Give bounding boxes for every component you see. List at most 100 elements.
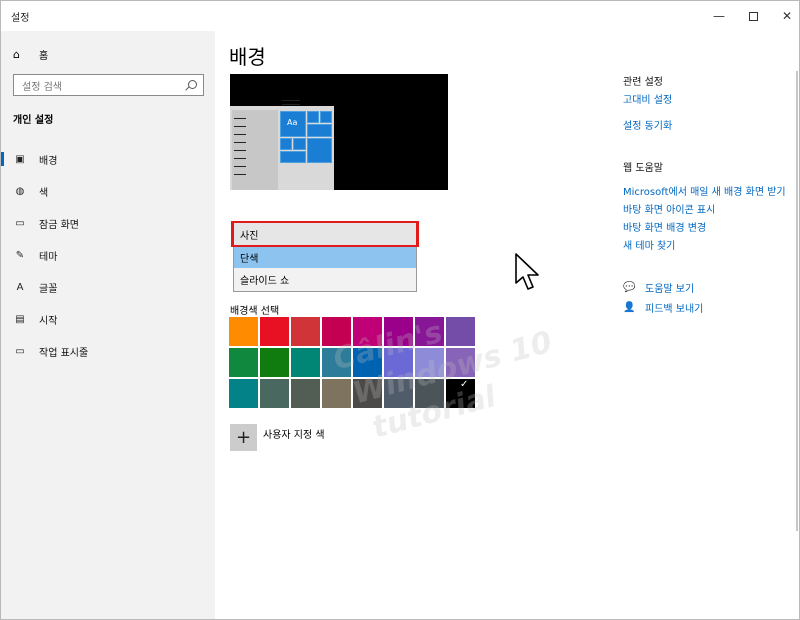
- preview-tile: [280, 151, 306, 163]
- preview-tile: [307, 111, 319, 123]
- background-preview: Aa: [230, 74, 448, 190]
- colors-label: 배경색 선택: [230, 306, 280, 317]
- color-swatch[interactable]: [322, 317, 351, 346]
- custom-color-label[interactable]: 사용자 지정 색: [263, 426, 325, 441]
- web-help-heading: 웹 도움말: [623, 163, 663, 174]
- preview-line: [234, 174, 246, 175]
- preview-tile: [293, 138, 306, 150]
- preview-line: [234, 150, 246, 151]
- color-swatch[interactable]: [291, 317, 320, 346]
- color-swatch[interactable]: [291, 348, 320, 377]
- sidebar-item-start[interactable]: ▤ 시작: [1, 303, 215, 335]
- sidebar-item-label: 글꼴: [39, 283, 58, 295]
- color-swatch[interactable]: [322, 348, 351, 377]
- dropdown-option-slideshow[interactable]: 슬라이드 쇼: [233, 268, 417, 292]
- sidebar-item-label: 시작: [39, 315, 58, 327]
- search-icon[interactable]: [188, 80, 197, 89]
- sidebar-item-background[interactable]: ▣ 배경: [1, 143, 215, 175]
- preview-text: Aa: [287, 118, 298, 127]
- close-button[interactable]: ✕: [765, 1, 800, 31]
- color-swatch[interactable]: [384, 379, 413, 408]
- color-swatch[interactable]: [260, 317, 289, 346]
- color-swatch[interactable]: [353, 379, 382, 408]
- preview-line: [282, 100, 300, 101]
- change-background-link[interactable]: 바탕 화면 배경 변경: [623, 219, 706, 234]
- color-swatch[interactable]: [322, 379, 351, 408]
- mouse-cursor-icon: [515, 253, 539, 290]
- sidebar-item-label: 작업 표시줄: [39, 347, 89, 359]
- color-swatch[interactable]: [353, 317, 382, 346]
- color-swatch[interactable]: [384, 317, 413, 346]
- find-themes-link[interactable]: 새 테마 찾기: [623, 237, 675, 252]
- color-swatch[interactable]: [229, 348, 258, 377]
- scrollbar[interactable]: [796, 71, 798, 531]
- sidebar-item-label: 잠금 화면: [39, 219, 79, 231]
- sync-settings-link[interactable]: 설정 동기화: [623, 117, 672, 132]
- home-icon: ⌂: [13, 48, 20, 61]
- theme-icon: ✎: [15, 249, 25, 261]
- daily-wallpaper-link[interactable]: Microsoft에서 매일 새 배경 화면 받기: [623, 183, 786, 198]
- settings-window: 설정 — ✕ ⌂ 홈 개인 설정 ▣ 배경 ◍ 색 ▭ 잠금 화면: [0, 0, 800, 620]
- color-swatch[interactable]: [229, 379, 258, 408]
- preview-line: [234, 134, 246, 135]
- feedback-icon: 👤: [623, 302, 636, 313]
- feedback-label: 피드백 보내기: [645, 304, 704, 315]
- color-swatch[interactable]: [384, 348, 413, 377]
- main-content: 배경 Aa 사진 단색 슬라이드 쇼 배경색 선택 ✓ + 사용자 지정 색 C…: [215, 31, 799, 619]
- color-swatch[interactable]: [353, 348, 382, 377]
- preview-line: [234, 158, 246, 159]
- dropdown-option-photo[interactable]: 사진: [234, 223, 416, 245]
- preview-line: [234, 166, 246, 167]
- preview-line: [234, 142, 246, 143]
- preview-tile: [320, 111, 332, 123]
- sidebar-item-label: 테마: [39, 251, 58, 263]
- search-box[interactable]: [13, 74, 204, 98]
- color-swatch[interactable]: [415, 379, 444, 408]
- add-custom-color-button[interactable]: +: [230, 424, 257, 451]
- sidebar-item-fonts[interactable]: A 글꼴: [1, 271, 215, 303]
- section-title: 개인 설정: [13, 115, 54, 126]
- home-nav-item[interactable]: ⌂ 홈: [13, 47, 48, 62]
- related-settings-heading: 관련 설정: [623, 77, 663, 88]
- sidebar-item-themes[interactable]: ✎ 테마: [1, 239, 215, 271]
- preview-window: Aa: [230, 100, 334, 190]
- color-swatch[interactable]: [260, 379, 289, 408]
- taskbar-icon: ▭: [15, 345, 25, 357]
- preview-line: [234, 126, 246, 127]
- color-swatch[interactable]: [446, 379, 475, 408]
- preview-tiles: Aa: [280, 106, 332, 190]
- sidebar-nav: ▣ 배경 ◍ 색 ▭ 잠금 화면 ✎ 테마 A 글꼴 ▤ 시작 ▭ 작업 표시줄: [1, 143, 215, 367]
- color-swatch[interactable]: [446, 348, 475, 377]
- search-input[interactable]: [14, 77, 174, 98]
- preview-line: [282, 104, 300, 105]
- feedback-link[interactable]: 👤 피드백 보내기: [623, 300, 703, 315]
- preview-tile: [307, 124, 332, 137]
- sidebar-item-taskbar[interactable]: ▭ 작업 표시줄: [1, 335, 215, 367]
- preview-tile: [307, 138, 332, 163]
- sidebar-item-label: 색: [39, 187, 49, 199]
- color-swatch[interactable]: [260, 348, 289, 377]
- preview-tile: [280, 138, 292, 150]
- sidebar-item-colors[interactable]: ◍ 색: [1, 175, 215, 207]
- help-chat-icon: 💬: [623, 282, 636, 293]
- start-icon: ▤: [15, 313, 25, 325]
- dropdown-option-solid-color[interactable]: 단색: [233, 247, 417, 268]
- desktop-icons-link[interactable]: 바탕 화면 아이콘 표시: [623, 201, 715, 216]
- color-swatch[interactable]: [291, 379, 320, 408]
- color-swatch[interactable]: [415, 317, 444, 346]
- image-icon: ▣: [15, 153, 25, 165]
- sidebar: ⌂ 홈 개인 설정 ▣ 배경 ◍ 색 ▭ 잠금 화면 ✎ 테마: [1, 31, 215, 619]
- color-swatch[interactable]: [446, 317, 475, 346]
- get-help-label: 도움말 보기: [645, 284, 695, 295]
- font-icon: A: [16, 281, 24, 293]
- palette-icon: ◍: [15, 185, 25, 197]
- color-swatch[interactable]: [415, 348, 444, 377]
- get-help-link[interactable]: 💬 도움말 보기: [623, 280, 694, 295]
- window-title: 설정: [11, 13, 30, 24]
- sidebar-item-label: 배경: [39, 155, 58, 167]
- sidebar-item-lock-screen[interactable]: ▭ 잠금 화면: [1, 207, 215, 239]
- color-swatch[interactable]: [229, 317, 258, 346]
- title-bar: 설정 — ✕: [1, 1, 799, 31]
- high-contrast-link[interactable]: 고대비 설정: [623, 91, 672, 106]
- home-label: 홈: [39, 51, 49, 62]
